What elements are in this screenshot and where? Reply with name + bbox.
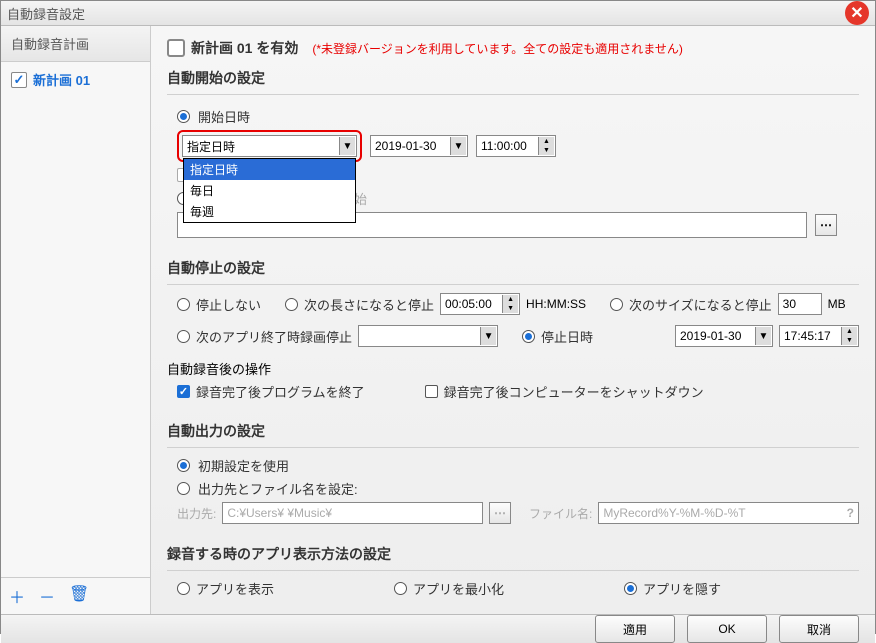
enable-plan-checkbox[interactable] bbox=[167, 39, 185, 57]
no-stop-label: 停止しない bbox=[196, 295, 261, 314]
stop-time-spinner[interactable]: 17:45:17 ▲▼ bbox=[779, 325, 859, 347]
start-time-value: 11:00:00 bbox=[481, 139, 527, 153]
radio-stop-app-exit[interactable] bbox=[177, 330, 190, 343]
output-dir-value: C:¥Users¥ ¥Music¥ bbox=[227, 506, 332, 520]
checkbox-icon[interactable]: ✓ bbox=[11, 72, 27, 88]
radio-stop-size[interactable] bbox=[610, 298, 623, 311]
window-title: 自動録音設定 bbox=[7, 4, 85, 23]
sidebar-header: 自動録音計画 bbox=[1, 26, 150, 62]
radio-output-custom[interactable] bbox=[177, 482, 190, 495]
section-output-title: 自動出力の設定 bbox=[167, 421, 859, 441]
start-datetime-label: 開始日時 bbox=[198, 107, 250, 126]
app-show-label: アプリを表示 bbox=[196, 579, 274, 598]
stop-date-picker[interactable]: 2019-01-30 ▼ bbox=[675, 325, 773, 347]
start-date-value: 2019-01-30 bbox=[375, 139, 436, 153]
chevron-down-icon[interactable]: ▼ bbox=[755, 327, 771, 345]
output-custom-label: 出力先とファイル名を設定: bbox=[198, 479, 358, 498]
start-type-select[interactable]: 指定日時 ▼ 指定日時 毎日 毎週 bbox=[182, 135, 357, 157]
shutdown-label: 録音完了後コンピューターをシャットダウン bbox=[444, 382, 704, 401]
stop-size-label: 次のサイズになると停止 bbox=[629, 295, 772, 314]
radio-no-stop[interactable] bbox=[177, 298, 190, 311]
start-type-dropdown[interactable]: 指定日時 毎日 毎週 bbox=[183, 158, 356, 223]
apply-button[interactable]: 適用 bbox=[595, 615, 675, 643]
sidebar-item-label: 新計画 01 bbox=[33, 70, 90, 89]
sidebar-footer: ＋ － 🗑 bbox=[1, 577, 150, 614]
browse-button[interactable]: ⋯ bbox=[815, 214, 837, 236]
radio-app-hide[interactable] bbox=[624, 582, 637, 595]
stop-datetime-label: 停止日時 bbox=[541, 327, 593, 346]
app-min-label: アプリを最小化 bbox=[413, 579, 504, 598]
add-plan-icon[interactable]: ＋ bbox=[9, 584, 25, 608]
output-file-value: MyRecord%Y-%M-%D-%T bbox=[603, 506, 745, 520]
output-dir-input[interactable]: C:¥Users¥ ¥Music¥ bbox=[222, 502, 483, 524]
start-time-spinner[interactable]: 11:00:00 ▲▼ bbox=[476, 135, 556, 157]
dropdown-option[interactable]: 毎日 bbox=[184, 180, 355, 201]
exit-program-checkbox[interactable] bbox=[177, 385, 190, 398]
size-value: 30 bbox=[783, 297, 796, 311]
stop-app-exit-label: 次のアプリ終了時録画停止 bbox=[196, 327, 352, 346]
close-icon[interactable]: ✕ bbox=[845, 1, 869, 25]
radio-output-default[interactable] bbox=[177, 459, 190, 472]
duration-unit: HH:MM:SS bbox=[526, 297, 586, 311]
dropdown-option[interactable]: 毎週 bbox=[184, 201, 355, 222]
spinner-buttons[interactable]: ▲▼ bbox=[841, 327, 857, 345]
sidebar-item-plan[interactable]: ✓ 新計画 01 bbox=[1, 62, 150, 97]
after-section-label: 自動録音後の操作 bbox=[167, 359, 859, 378]
chevron-down-icon[interactable]: ▼ bbox=[480, 327, 496, 345]
chevron-down-icon[interactable]: ▼ bbox=[339, 137, 355, 155]
output-dir-label: 出力先: bbox=[177, 505, 216, 522]
output-default-label: 初期設定を使用 bbox=[198, 456, 289, 475]
chevron-down-icon[interactable]: ▼ bbox=[450, 137, 466, 155]
cancel-button[interactable]: 取消 bbox=[779, 615, 859, 643]
radio-stop-duration[interactable] bbox=[285, 298, 298, 311]
radio-app-show[interactable] bbox=[177, 582, 190, 595]
stop-duration-label: 次の長さになると停止 bbox=[304, 295, 434, 314]
enable-plan-label: 新計画 01 を有効 bbox=[191, 38, 298, 58]
start-type-value: 指定日時 bbox=[187, 138, 235, 155]
delete-plan-icon[interactable]: 🗑 bbox=[69, 584, 89, 608]
sidebar: 自動録音計画 ✓ 新計画 01 ＋ － 🗑 bbox=[1, 26, 151, 614]
ok-button[interactable]: OK bbox=[687, 615, 767, 643]
radio-stop-datetime[interactable] bbox=[522, 330, 535, 343]
size-input[interactable]: 30 bbox=[778, 293, 822, 315]
section-display-title: 録音する時のアプリ表示方法の設定 bbox=[167, 544, 859, 564]
section-stop-title: 自動停止の設定 bbox=[167, 258, 859, 278]
shutdown-checkbox[interactable] bbox=[425, 385, 438, 398]
duration-value: 00:05:00 bbox=[445, 297, 492, 311]
browse-button[interactable]: ⋯ bbox=[489, 502, 511, 524]
output-file-label: ファイル名: bbox=[529, 505, 592, 522]
size-unit: MB bbox=[828, 297, 846, 311]
stop-app-select[interactable]: ▼ bbox=[358, 325, 498, 347]
exit-program-label: 録音完了後プログラムを終了 bbox=[196, 382, 365, 401]
stop-date-value: 2019-01-30 bbox=[680, 329, 741, 343]
spinner-buttons[interactable]: ▲▼ bbox=[538, 137, 554, 155]
spinner-buttons[interactable]: ▲▼ bbox=[502, 295, 518, 313]
radio-start-datetime[interactable] bbox=[177, 110, 190, 123]
radio-app-min[interactable] bbox=[394, 582, 407, 595]
section-start-title: 自動開始の設定 bbox=[167, 68, 859, 88]
duration-spinner[interactable]: 00:05:00 ▲▼ bbox=[440, 293, 520, 315]
output-file-input[interactable]: MyRecord%Y-%M-%D-%T ? bbox=[598, 502, 859, 524]
remove-plan-icon[interactable]: － bbox=[39, 584, 55, 608]
stop-time-value: 17:45:17 bbox=[784, 329, 831, 343]
unregistered-warning: (*未登録バージョンを利用しています。全ての設定も適用されません) bbox=[312, 40, 683, 57]
app-hide-label: アプリを隠す bbox=[643, 579, 721, 598]
dropdown-option[interactable]: 指定日時 bbox=[184, 159, 355, 180]
help-icon[interactable]: ? bbox=[847, 506, 854, 520]
start-date-picker[interactable]: 2019-01-30 ▼ bbox=[370, 135, 468, 157]
